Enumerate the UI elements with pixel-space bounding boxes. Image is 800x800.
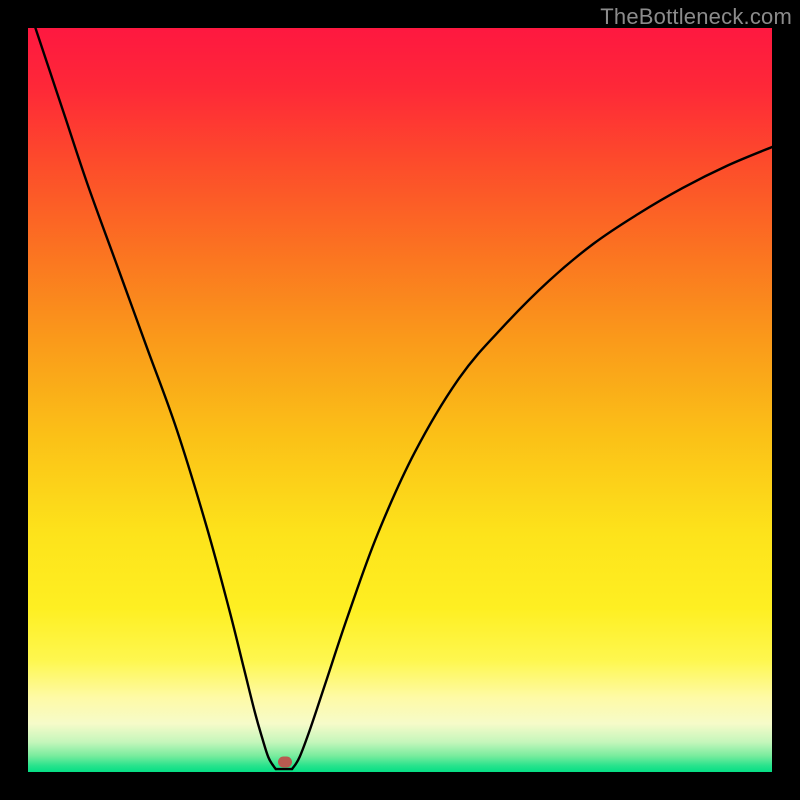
minimum-marker bbox=[278, 757, 292, 768]
watermark-text: TheBottleneck.com bbox=[600, 4, 792, 30]
curve-right-branch bbox=[292, 147, 772, 769]
bottleneck-curve bbox=[28, 28, 772, 772]
chart-stage: TheBottleneck.com bbox=[0, 0, 800, 800]
plot-area bbox=[28, 28, 772, 772]
curve-left-branch bbox=[35, 28, 275, 769]
